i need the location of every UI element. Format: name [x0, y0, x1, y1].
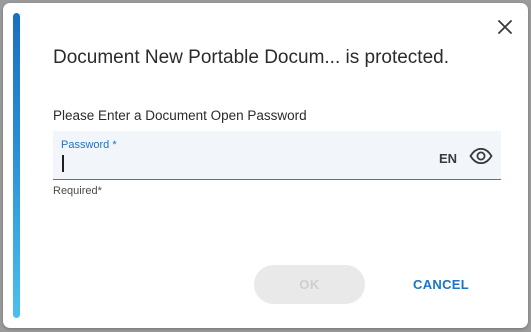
close-button[interactable]: [492, 14, 518, 40]
password-input[interactable]: [61, 153, 421, 175]
accent-bar: [13, 13, 20, 318]
password-dialog: Document New Portable Docum... is protec…: [3, 3, 528, 328]
ok-button[interactable]: OK: [254, 265, 365, 304]
show-password-button[interactable]: [468, 147, 494, 165]
eye-icon: [469, 148, 493, 164]
required-helper-text: Required*: [53, 185, 102, 197]
password-prompt: Please Enter a Document Open Password: [53, 108, 307, 123]
close-icon: [498, 20, 512, 34]
password-field[interactable]: Password * EN: [53, 131, 501, 180]
cancel-button[interactable]: CANCEL: [396, 265, 486, 304]
dialog-title: Document New Portable Docum... is protec…: [53, 47, 450, 68]
input-language-indicator: EN: [439, 151, 458, 166]
password-field-label: Password *: [61, 139, 117, 151]
